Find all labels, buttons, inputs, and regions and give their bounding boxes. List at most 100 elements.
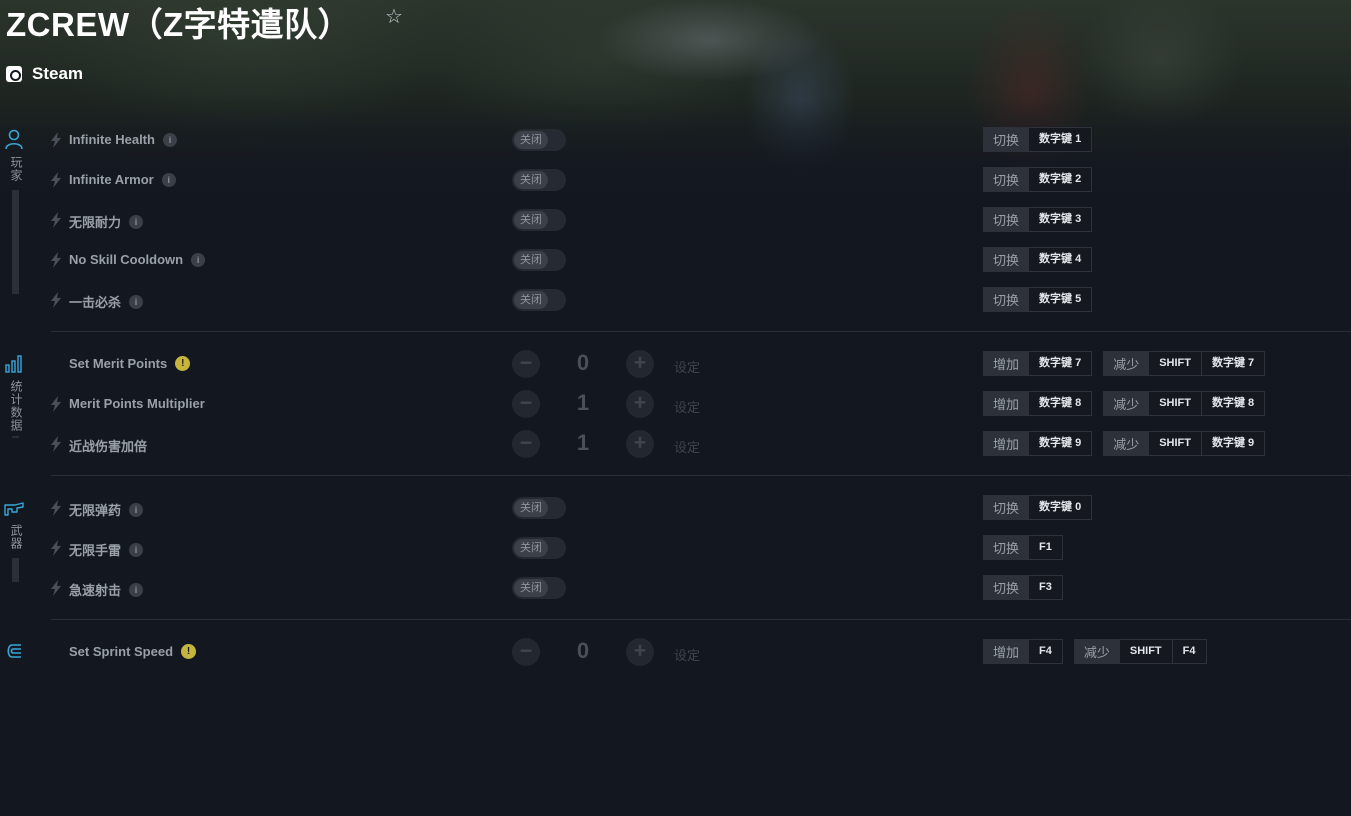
category-label: 武器	[9, 524, 23, 550]
warning-icon[interactable]: !	[175, 356, 191, 371]
hotkey-group[interactable]: 减少 SHIFT 数字键 8	[1103, 391, 1266, 416]
increment-button[interactable]: +	[626, 430, 654, 458]
hotkey-action: 切换	[983, 575, 1030, 600]
cheat-row: 无限耐力 i 关闭 切换 数字键 3	[50, 200, 1350, 240]
increment-button[interactable]: +	[626, 350, 654, 378]
toggle-state: 关闭	[514, 539, 548, 557]
hotkey-action: 增加	[983, 391, 1030, 416]
category-scrollbar[interactable]	[12, 436, 19, 438]
hotkey-action: 增加	[983, 431, 1030, 456]
hotkey-group[interactable]: 切换 数字键 1	[983, 127, 1093, 152]
hotkey-group[interactable]: 切换 F1	[983, 535, 1063, 560]
star-icon[interactable]: ☆	[385, 4, 403, 29]
increment-button[interactable]: +	[626, 638, 654, 666]
bolt-icon	[51, 540, 61, 556]
hotkey-cap: F4	[1172, 639, 1207, 664]
cheat-row: No Skill Cooldown i 关闭 切换 数字键 4	[50, 240, 1350, 280]
stepper-value[interactable]: 0	[566, 350, 600, 376]
toggle-state: 关闭	[514, 579, 548, 597]
cheat-row: 一击必杀 i 关闭 切换 数字键 5	[50, 280, 1350, 320]
increment-button[interactable]: +	[626, 390, 654, 418]
hotkey-group[interactable]: 增加 数字键 9	[983, 431, 1093, 456]
hotkey-group[interactable]: 减少 SHIFT 数字键 7	[1103, 351, 1266, 376]
toggle-state: 关闭	[514, 251, 548, 269]
hotkey-cap: F4	[1029, 639, 1063, 664]
apply-button[interactable]: 设定	[674, 437, 700, 456]
cheat-name-text: 一击必杀	[69, 295, 122, 310]
hotkey-group[interactable]: 增加 数字键 7	[983, 351, 1093, 376]
cheat-row: Infinite Armor i 关闭 切换 数字键 2	[50, 160, 1350, 200]
info-icon[interactable]: i	[129, 582, 144, 597]
hotkey-cap: 数字键 8	[1202, 391, 1266, 416]
cheat-toggle[interactable]: 关闭	[512, 209, 566, 231]
category-scrollbar[interactable]	[12, 190, 19, 294]
hotkey-action: 切换	[983, 287, 1030, 312]
cheat-name-text: Set Merit Points	[69, 356, 168, 371]
hotkey-cap: SHIFT	[1119, 639, 1173, 664]
info-icon[interactable]: i	[129, 294, 144, 309]
cheat-name: Infinite Health i	[69, 132, 177, 147]
hotkeys: 增加 数字键 7 减少 SHIFT 数字键 7	[983, 351, 1266, 376]
decrement-button[interactable]: −	[512, 390, 540, 418]
decrement-button[interactable]: −	[512, 350, 540, 378]
cheat-toggle[interactable]: 关闭	[512, 497, 566, 519]
apply-button[interactable]: 设定	[674, 357, 700, 376]
player-icon	[5, 129, 23, 150]
hotkey-group[interactable]: 减少 SHIFT F4	[1073, 639, 1207, 664]
warning-icon[interactable]: !	[181, 644, 197, 659]
hotkey-cap: F3	[1029, 575, 1063, 600]
category-weapons[interactable]: 武器	[3, 496, 27, 582]
hotkey-group[interactable]: 切换 数字键 0	[983, 495, 1093, 520]
hotkey-cap: 数字键 5	[1029, 287, 1093, 312]
category-stats[interactable]: 统计数据	[3, 352, 27, 438]
apply-button[interactable]: 设定	[674, 645, 700, 664]
steam-icon	[6, 66, 22, 82]
info-icon[interactable]: i	[129, 214, 144, 229]
cheat-toggle[interactable]: 关闭	[512, 129, 566, 151]
info-icon[interactable]: i	[162, 132, 177, 147]
hotkey-action: 切换	[983, 127, 1030, 152]
info-icon[interactable]: i	[129, 542, 144, 557]
cheat-row: Infinite Health i 关闭 切换 数字键 1	[50, 120, 1350, 160]
cheat-toggle[interactable]: 关闭	[512, 289, 566, 311]
bolt-icon	[51, 396, 61, 412]
hotkeys: 切换 F3	[983, 575, 1063, 600]
hotkey-cap: 数字键 2	[1029, 167, 1093, 192]
stepper-value[interactable]: 0	[566, 638, 600, 664]
info-icon[interactable]: i	[129, 502, 144, 517]
cheat-name: Set Sprint Speed!	[69, 644, 197, 659]
hotkey-cap: 数字键 7	[1202, 351, 1266, 376]
cheat-name: 近战伤害加倍	[69, 436, 147, 455]
cheat-name: Infinite Armor i	[69, 172, 176, 187]
hotkey-group[interactable]: 增加 数字键 8	[983, 391, 1093, 416]
cheat-toggle[interactable]: 关闭	[512, 249, 566, 271]
stepper-value[interactable]: 1	[566, 430, 600, 456]
hotkey-group[interactable]: 增加 F4	[983, 639, 1063, 664]
hotkey-group[interactable]: 切换 数字键 3	[983, 207, 1093, 232]
hotkey-group[interactable]: 切换 F3	[983, 575, 1063, 600]
hotkey-action: 切换	[983, 167, 1030, 192]
hotkey-group[interactable]: 切换 数字键 2	[983, 167, 1093, 192]
cheat-name-text: 急速射击	[69, 583, 122, 598]
decrement-button[interactable]: −	[512, 638, 540, 666]
info-icon[interactable]: i	[191, 252, 206, 267]
cheat-toggle[interactable]: 关闭	[512, 537, 566, 559]
cheat-name-text: 近战伤害加倍	[69, 439, 148, 454]
cheat-toggle[interactable]: 关闭	[512, 169, 566, 191]
hotkey-cap: SHIFT	[1149, 351, 1202, 376]
info-icon[interactable]: i	[161, 172, 176, 187]
hotkey-group[interactable]: 减少 SHIFT 数字键 9	[1103, 431, 1266, 456]
cheat-name-text: Set Sprint Speed	[69, 644, 174, 659]
hotkey-group[interactable]: 切换 数字键 4	[983, 247, 1093, 272]
cheat-toggle[interactable]: 关闭	[512, 577, 566, 599]
decrement-button[interactable]: −	[512, 430, 540, 458]
category-player[interactable]: 玩家	[3, 128, 27, 294]
category-scrollbar[interactable]	[12, 558, 19, 582]
cheat-name: 无限手雷 i	[69, 540, 144, 559]
category-movement[interactable]	[3, 640, 27, 662]
hotkey-cap: 数字键 9	[1029, 431, 1093, 456]
apply-button[interactable]: 设定	[674, 397, 700, 416]
stepper-value[interactable]: 1	[566, 390, 600, 416]
stats-icon	[5, 355, 22, 373]
hotkey-group[interactable]: 切换 数字键 5	[983, 287, 1093, 312]
